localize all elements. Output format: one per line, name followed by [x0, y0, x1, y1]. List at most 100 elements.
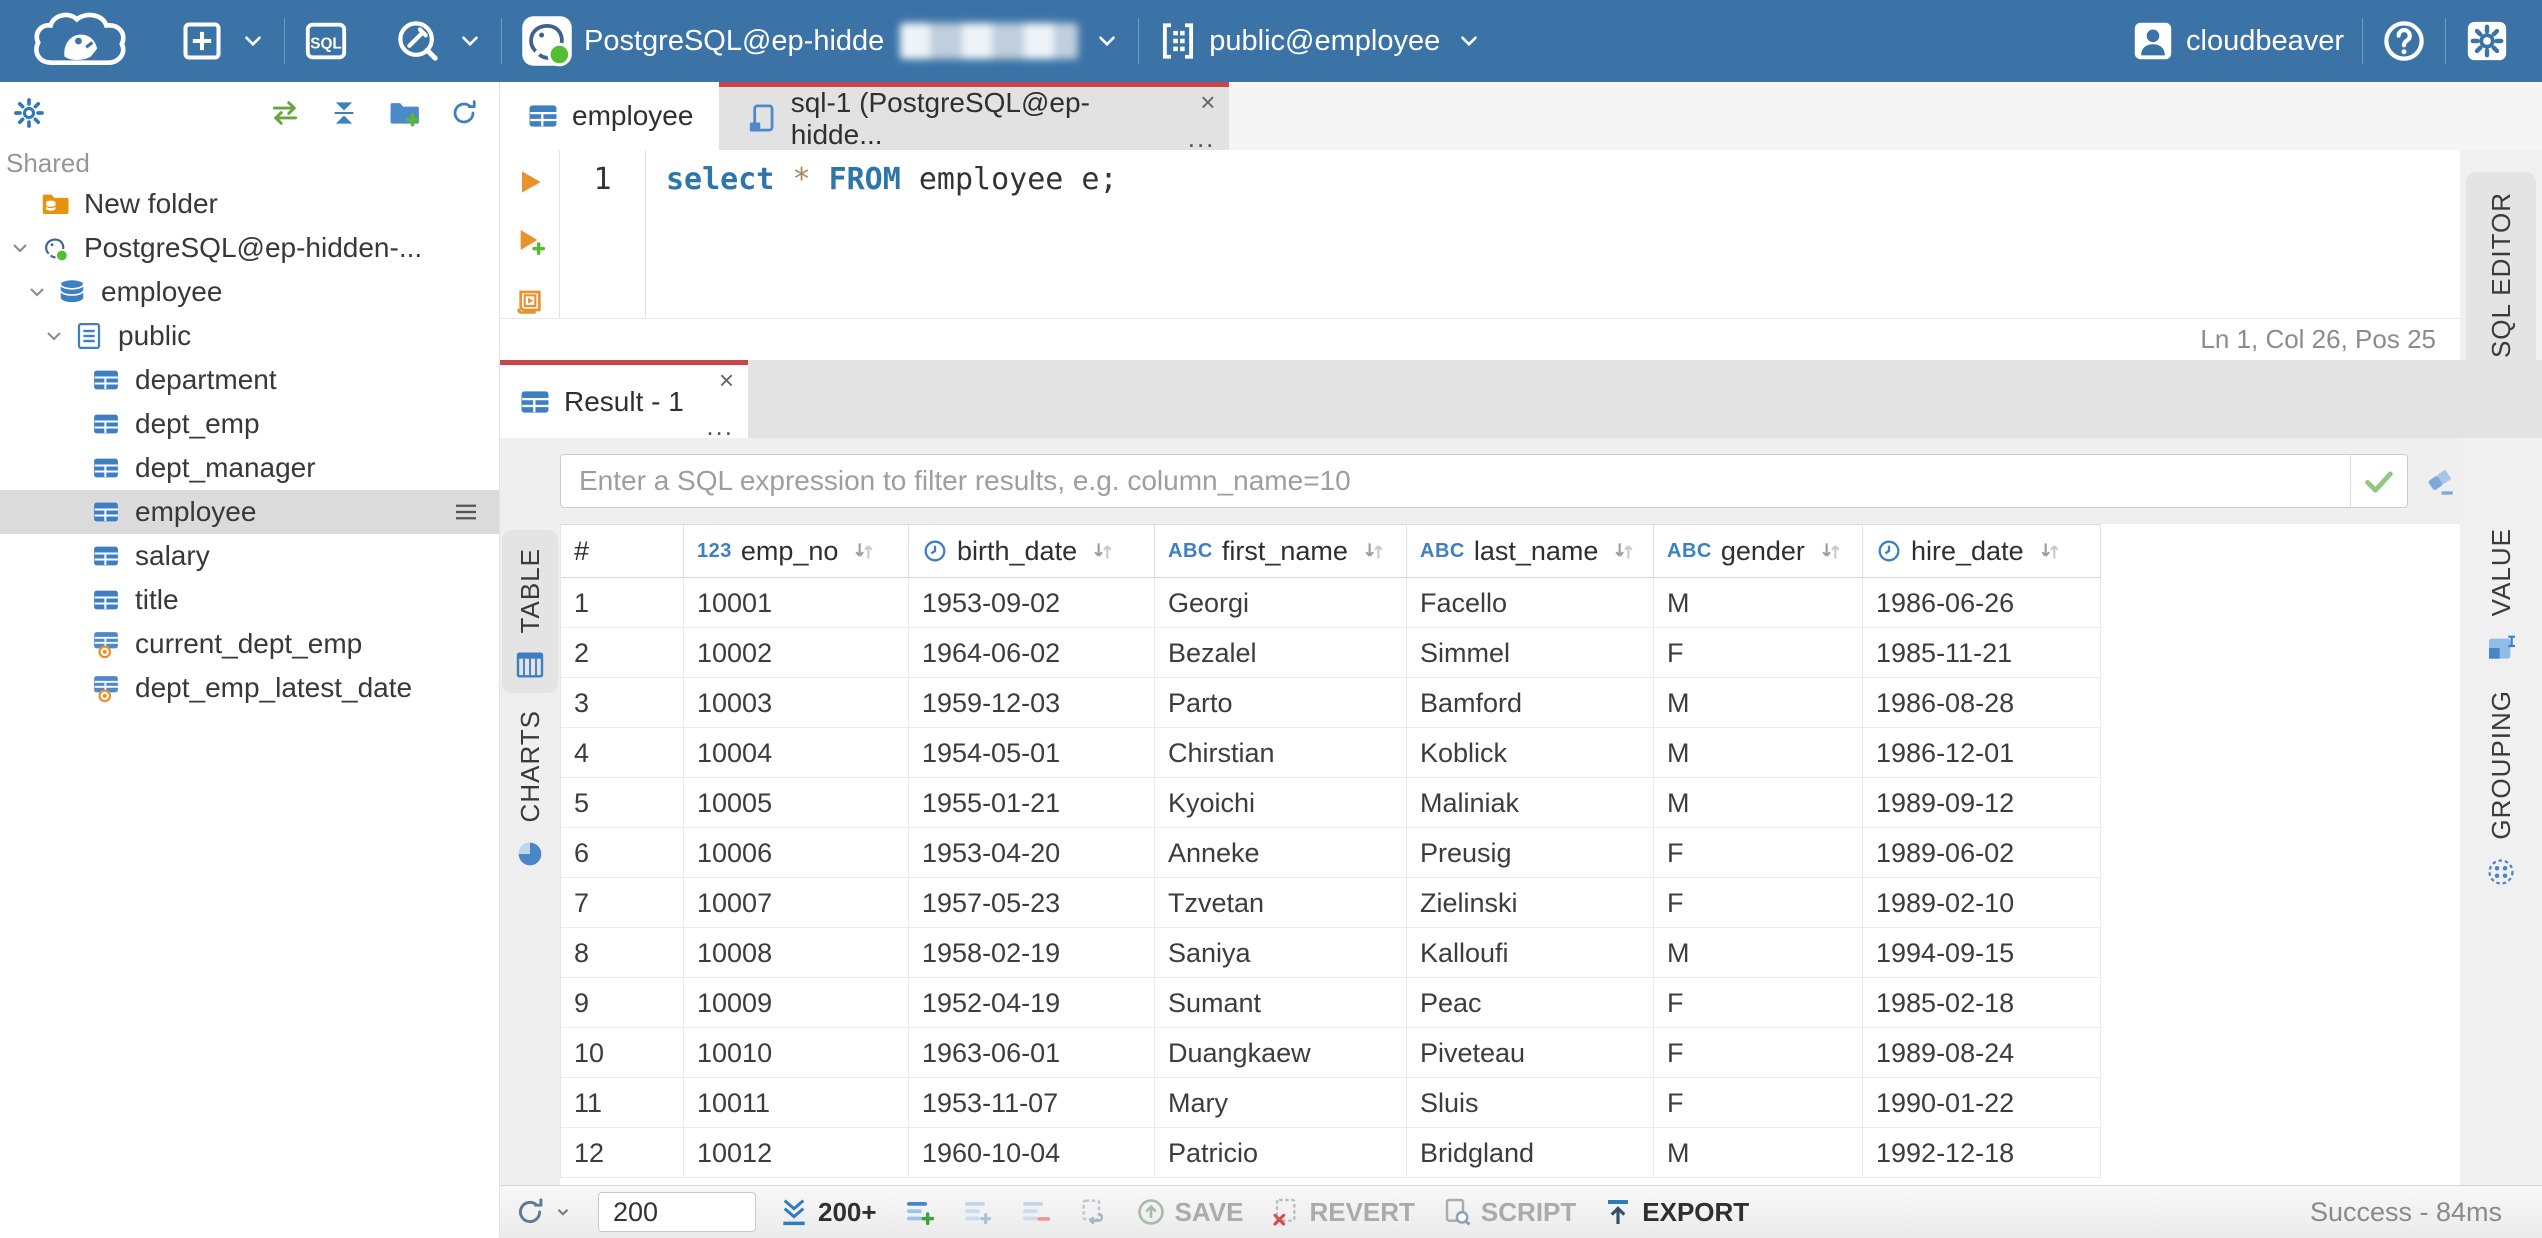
sort-icon[interactable]	[851, 538, 877, 564]
data-cell[interactable]: 1964-06-02	[909, 628, 1155, 678]
tab-value-panel[interactable]: VALUE	[2466, 528, 2536, 664]
sync-connection-button[interactable]	[269, 97, 301, 129]
export-button[interactable]: EXPORT	[1602, 1196, 1749, 1228]
row-index-cell[interactable]: 9	[561, 978, 684, 1028]
data-cell[interactable]: Bamford	[1407, 678, 1654, 728]
data-cell[interactable]: 10012	[684, 1128, 909, 1178]
data-cell[interactable]: 10002	[684, 628, 909, 678]
row-index-cell[interactable]: 1	[561, 578, 684, 628]
data-cell[interactable]: Bezalel	[1155, 628, 1407, 678]
data-cell[interactable]: 10005	[684, 778, 909, 828]
tree-item-postgresql-ep-hidden-[interactable]: PostgreSQL@ep-hidden-...	[0, 226, 499, 270]
tab-result-1[interactable]: Result - 1 × ...	[500, 360, 748, 439]
data-cell[interactable]: 1955-01-21	[909, 778, 1155, 828]
row-index-cell[interactable]: 2	[561, 628, 684, 678]
fetch-size-input[interactable]	[598, 1192, 756, 1232]
data-cell[interactable]: Duangkaew	[1155, 1028, 1407, 1078]
data-cell[interactable]: 1958-02-19	[909, 928, 1155, 978]
column-header-index[interactable]: #	[561, 525, 684, 578]
data-cell[interactable]: F	[1654, 628, 1863, 678]
data-cell[interactable]: M	[1654, 678, 1863, 728]
apply-filter-button[interactable]	[2350, 455, 2407, 507]
data-cell[interactable]: 1985-11-21	[1863, 628, 2101, 678]
data-cell[interactable]: M	[1654, 728, 1863, 778]
chevron-down-icon[interactable]	[6, 236, 34, 260]
refresh-results-button[interactable]	[514, 1196, 572, 1228]
data-cell[interactable]: F	[1654, 1078, 1863, 1128]
data-cell[interactable]: 1960-10-04	[909, 1128, 1155, 1178]
user-menu[interactable]: cloudbeaver	[2130, 18, 2344, 64]
tab-more-icon[interactable]: ...	[706, 413, 734, 439]
data-cell[interactable]: 10001	[684, 578, 909, 628]
data-cell[interactable]: Georgi	[1155, 578, 1407, 628]
data-cell[interactable]: 10007	[684, 878, 909, 928]
refresh-tree-button[interactable]	[449, 98, 479, 128]
data-cell[interactable]: 1986-08-28	[1863, 678, 2101, 728]
data-cell[interactable]: 1959-12-03	[909, 678, 1155, 728]
fetch-more-button[interactable]: 200+	[778, 1196, 877, 1228]
tab-grouping-panel[interactable]: GROUPING	[2466, 690, 2536, 888]
row-index-cell[interactable]: 5	[561, 778, 684, 828]
data-cell[interactable]: F	[1654, 878, 1863, 928]
column-header-first_name[interactable]: ABC first_name	[1155, 525, 1407, 578]
data-cell[interactable]: 10006	[684, 828, 909, 878]
row-index-cell[interactable]: 12	[561, 1128, 684, 1178]
row-index-cell[interactable]: 11	[561, 1078, 684, 1128]
tree-item-dept-emp[interactable]: dept_emp	[0, 402, 499, 446]
chevron-down-icon[interactable]	[23, 280, 51, 304]
data-cell[interactable]: 1953-09-02	[909, 578, 1155, 628]
data-cell[interactable]: 1953-11-07	[909, 1078, 1155, 1128]
tree-item-new-folder[interactable]: New folder	[0, 182, 499, 226]
schema-selector[interactable]: public@employee	[1157, 20, 1482, 62]
close-icon[interactable]: ×	[1200, 89, 1215, 115]
data-cell[interactable]: 1989-08-24	[1863, 1028, 2101, 1078]
driver-menu-button[interactable]	[395, 18, 483, 64]
data-cell[interactable]: Maliniak	[1407, 778, 1654, 828]
row-index-cell[interactable]: 10	[561, 1028, 684, 1078]
sort-icon[interactable]	[1818, 538, 1844, 564]
data-cell[interactable]: Kyoichi	[1155, 778, 1407, 828]
tree-item-employee[interactable]: employee	[0, 490, 499, 534]
data-cell[interactable]: 1989-09-12	[1863, 778, 2101, 828]
new-connection-button[interactable]	[180, 19, 266, 63]
data-cell[interactable]: F	[1654, 1028, 1863, 1078]
data-cell[interactable]: Saniya	[1155, 928, 1407, 978]
data-cell[interactable]: M	[1654, 1128, 1863, 1178]
data-cell[interactable]: 1985-02-18	[1863, 978, 2101, 1028]
tab-sql-editor-vertical[interactable]: SQL EDITOR	[2466, 172, 2536, 374]
data-cell[interactable]: Parto	[1155, 678, 1407, 728]
execute-script-button[interactable]	[514, 286, 546, 318]
collapse-all-button[interactable]	[329, 98, 359, 128]
data-cell[interactable]: 10004	[684, 728, 909, 778]
data-cell[interactable]: Facello	[1407, 578, 1654, 628]
data-cell[interactable]: 1986-12-01	[1863, 728, 2101, 778]
column-header-last_name[interactable]: ABC last_name	[1407, 525, 1654, 578]
connection-selector[interactable]: PostgreSQL@ep-hidde	[520, 14, 1120, 68]
sort-icon[interactable]	[1361, 538, 1387, 564]
clear-filter-button[interactable]	[2422, 463, 2458, 499]
column-header-birth_date[interactable]: birth_date	[909, 525, 1155, 578]
data-cell[interactable]: Bridgland	[1407, 1128, 1654, 1178]
tab-more-icon[interactable]: ...	[1188, 125, 1216, 151]
data-cell[interactable]: Patricio	[1155, 1128, 1407, 1178]
data-cell[interactable]: 1954-05-01	[909, 728, 1155, 778]
add-row-button[interactable]	[903, 1196, 935, 1228]
data-cell[interactable]: 1963-06-01	[909, 1028, 1155, 1078]
column-header-gender[interactable]: ABC gender	[1654, 525, 1863, 578]
data-cell[interactable]: 1952-04-19	[909, 978, 1155, 1028]
sidebar-settings-button[interactable]	[12, 96, 46, 130]
data-cell[interactable]: 1994-09-15	[1863, 928, 2101, 978]
data-cell[interactable]: Koblick	[1407, 728, 1654, 778]
data-cell[interactable]: Anneke	[1155, 828, 1407, 878]
data-cell[interactable]: 1990-01-22	[1863, 1078, 2101, 1128]
row-index-cell[interactable]: 8	[561, 928, 684, 978]
data-cell[interactable]: Sumant	[1155, 978, 1407, 1028]
data-cell[interactable]: M	[1654, 928, 1863, 978]
data-cell[interactable]: 10010	[684, 1028, 909, 1078]
sort-icon[interactable]	[1611, 538, 1637, 564]
execute-button[interactable]	[514, 166, 546, 198]
execute-new-tab-button[interactable]	[514, 226, 546, 258]
data-cell[interactable]: 10011	[684, 1078, 909, 1128]
close-icon[interactable]: ×	[719, 367, 734, 393]
data-cell[interactable]: 1986-06-26	[1863, 578, 2101, 628]
